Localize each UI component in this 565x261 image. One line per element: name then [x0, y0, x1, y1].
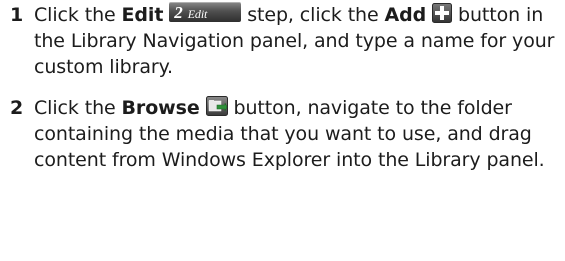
edit-label: Edit: [121, 4, 164, 26]
browse-folder-arrow-icon: [205, 96, 228, 116]
add-plus-icon: [432, 3, 453, 23]
step-text: Click the: [34, 4, 122, 26]
step-1: 1 Click the Edit 2 Edit step, click the A…: [10, 2, 560, 80]
step-number: 2: [10, 97, 24, 119]
add-label: Add: [384, 4, 427, 26]
step-text: step, click the: [241, 4, 385, 26]
edit-step-number: 2: [174, 3, 183, 22]
edit-step-label: Edit: [187, 7, 208, 21]
step-text: Click the: [34, 97, 122, 119]
step-number: 1: [10, 4, 24, 26]
edit-step-badge: 2 Edit: [169, 2, 242, 22]
step-2: 2 Click the Browse button, navigate to t…: [10, 95, 560, 173]
browse-label: Browse: [121, 97, 200, 119]
instruction-steps: 1 Click the Edit 2 Edit step, click the A…: [10, 2, 560, 173]
